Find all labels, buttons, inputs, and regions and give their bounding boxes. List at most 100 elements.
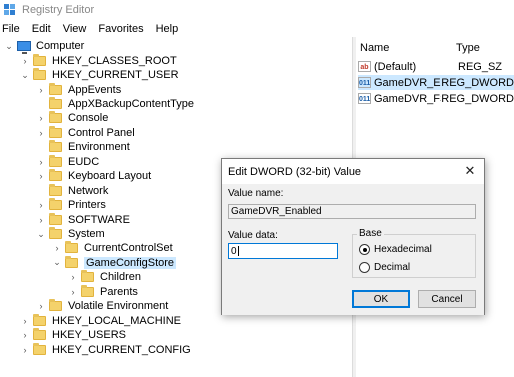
folder-icon (49, 227, 62, 240)
folder-icon (65, 255, 78, 268)
folder-icon (49, 183, 62, 196)
close-icon[interactable]: ✕ (462, 163, 478, 179)
tree-item-label: HKEY_LOCAL_MACHINE (52, 314, 181, 327)
folder-icon (49, 212, 62, 225)
tree-item[interactable]: › HKEY_CLASSES_ROOT (20, 53, 177, 67)
tree-item-label: HKEY_CURRENT_USER (52, 69, 179, 82)
tree-item-label: Network (68, 184, 109, 197)
tree-item[interactable]: AppXBackupContentType (36, 96, 194, 111)
chevron-down-icon[interactable]: ⌄ (36, 229, 46, 239)
chevron-right-icon[interactable]: › (36, 85, 46, 95)
tree-item[interactable]: › Printers (36, 198, 106, 212)
menu-help[interactable]: Help (156, 23, 179, 35)
value-row[interactable]: 011GameDVR_Enab...REG_DWORD (358, 75, 514, 90)
tree-item[interactable]: › HKEY_CURRENT_CONFIG (20, 342, 191, 356)
column-header-type[interactable]: Type (456, 39, 480, 57)
folder-icon (49, 198, 62, 211)
base-group: Base Hexadecimal Decimal (352, 228, 476, 278)
value-name: GameDVR_FSEB... (374, 92, 441, 105)
tree-item[interactable]: › Keyboard Layout (36, 169, 151, 183)
chevron-right-icon[interactable]: › (68, 287, 78, 297)
menu-favorites[interactable]: Favorites (98, 23, 143, 35)
value-name: (Default) (374, 60, 417, 73)
title-bar: Registry Editor (0, 0, 514, 20)
tree-item[interactable]: › Children (68, 270, 141, 284)
chevron-right-icon[interactable]: › (20, 330, 30, 340)
menu-edit[interactable]: Edit (32, 23, 51, 35)
value-row[interactable]: 011GameDVR_FSEB...REG_DWORD (358, 91, 514, 106)
folder-icon (81, 270, 94, 283)
cancel-button[interactable]: Cancel (418, 290, 476, 308)
chevron-right-icon[interactable]: › (36, 128, 46, 138)
chevron-right-icon[interactable]: › (20, 316, 30, 326)
folder-icon (49, 154, 62, 167)
chevron-right-icon[interactable]: › (52, 243, 62, 253)
tree-item-label: Console (68, 112, 109, 125)
folder-icon (49, 125, 62, 138)
tree-item[interactable]: › CurrentControlSet (52, 241, 173, 255)
chevron-right-icon[interactable]: › (36, 113, 46, 123)
value-data-input[interactable]: 0 (228, 243, 338, 259)
folder-icon (49, 140, 62, 153)
chevron-down-icon[interactable]: ⌄ (4, 41, 14, 51)
chevron-right-icon[interactable]: › (36, 301, 46, 311)
window-title: Registry Editor (22, 4, 95, 16)
chevron-right-icon[interactable]: › (20, 345, 30, 355)
value-type: REG_SZ (458, 60, 503, 73)
tree-item-label: Keyboard Layout (68, 170, 152, 183)
tree-item[interactable]: ⌄ System (36, 227, 105, 241)
chevron-right-icon[interactable]: › (36, 215, 46, 225)
tree-item-label: System (68, 228, 105, 241)
tree-item[interactable]: › Parents (68, 284, 138, 299)
registry-editor-icon (4, 4, 16, 16)
chevron-down-icon[interactable]: ⌄ (52, 257, 62, 268)
tree-item[interactable]: ⌄ Computer (4, 39, 84, 55)
computer-icon (17, 41, 31, 55)
value-type: REG_DWORD (441, 92, 514, 105)
menu-file[interactable]: File (2, 23, 20, 35)
folder-icon (49, 111, 62, 124)
chevron-down-icon[interactable]: ⌄ (20, 70, 30, 80)
folder-icon (49, 169, 62, 182)
radio-selected-icon[interactable] (359, 244, 370, 255)
tree-item[interactable]: › SOFTWARE (36, 212, 130, 226)
chevron-right-icon[interactable]: › (36, 157, 46, 167)
tree-item-label: CurrentControlSet (84, 242, 173, 255)
tree-item[interactable]: Environment (36, 140, 130, 154)
tree-item[interactable]: › HKEY_LOCAL_MACHINE (20, 313, 181, 328)
tree-item[interactable]: ⌄ HKEY_CURRENT_USER (20, 68, 179, 82)
value-name-text: GameDVR_Enabled (231, 206, 322, 217)
chevron-right-icon[interactable]: › (20, 56, 30, 66)
radio-unselected-icon[interactable] (359, 262, 370, 273)
binary-value-icon: 011 (358, 93, 371, 104)
tree-item[interactable]: ⌄ GameConfigStore (52, 255, 177, 270)
tree-item-label: SOFTWARE (68, 213, 130, 226)
value-data-label: Value data: (228, 230, 278, 241)
value-row[interactable]: ab (Default) REG_SZ (358, 59, 514, 74)
chevron-right-icon[interactable]: › (68, 272, 78, 282)
tree-item-label: HKEY_CURRENT_CONFIG (52, 343, 191, 356)
tree-item[interactable]: › AppEvents (36, 82, 121, 96)
tree-item-label: Parents (100, 285, 138, 298)
radio-hexadecimal[interactable]: Hexadecimal (359, 244, 432, 255)
tree-item[interactable]: › Console (36, 111, 108, 125)
tree-item-label: Control Panel (68, 126, 135, 139)
tree-item[interactable]: › EUDC (36, 154, 99, 169)
column-header-name[interactable]: Name (360, 39, 389, 57)
tree-item[interactable]: Network (36, 183, 109, 198)
text-caret (237, 246, 239, 256)
tree-item[interactable]: › Control Panel (36, 125, 135, 140)
tree-item[interactable]: › Volatile Environment (36, 299, 168, 313)
menu-view[interactable]: View (63, 23, 87, 35)
folder-icon (49, 82, 62, 95)
ok-button[interactable]: OK (352, 290, 410, 308)
chevron-right-icon[interactable]: › (36, 200, 46, 210)
folder-icon (81, 284, 94, 297)
dialog-body: Value name: GameDVR_Enabled Value data: … (222, 184, 484, 315)
chevron-right-icon[interactable]: › (36, 171, 46, 181)
radio-decimal[interactable]: Decimal (359, 262, 410, 273)
tree-item[interactable]: › HKEY_USERS (20, 328, 126, 342)
base-group-label: Base (357, 228, 384, 239)
